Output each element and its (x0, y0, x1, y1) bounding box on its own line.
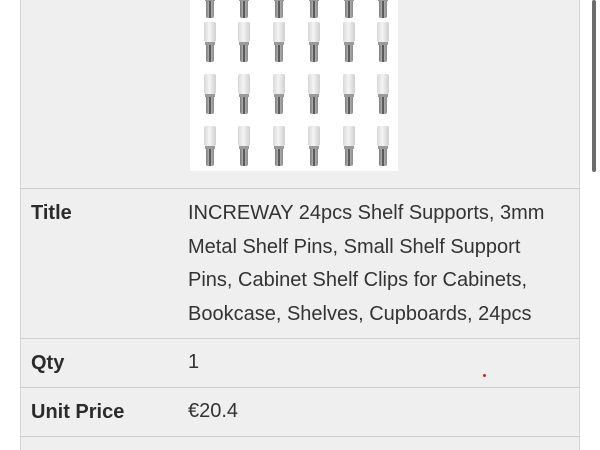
pin-head (377, 74, 389, 94)
title-line: Pins, Cabinet Shelf Clips for Cabinets, (188, 269, 528, 291)
pin-head (343, 22, 355, 42)
pin-shaft (379, 1, 387, 18)
product-image-row (21, 0, 579, 188)
pin-shaft (310, 45, 318, 62)
shelf-pin-icon (377, 126, 389, 166)
title-line: Metal Shelf Pins, Small Shelf Support (188, 235, 521, 258)
pin-shaft (240, 97, 248, 114)
shelf-pin-icon (377, 22, 389, 62)
shelf-pin-icon (343, 0, 355, 18)
product-image[interactable] (190, 0, 398, 171)
shelf-pin-icon (273, 74, 285, 114)
title-row: Title INCREWAY 24pcs Shelf Supports, 3mm… (21, 188, 579, 338)
pin-head (204, 126, 216, 146)
pin-head (308, 74, 320, 94)
pin-head (273, 74, 285, 94)
pin-head (343, 126, 355, 146)
pin-shaft (275, 97, 283, 114)
pin-shaft (379, 149, 387, 166)
pin-shaft (345, 45, 353, 62)
pin-head (343, 74, 355, 94)
qty-label: Qty (31, 352, 65, 374)
pin-shaft (345, 149, 353, 166)
shelf-pin-icon (238, 126, 250, 166)
shelf-pin-icon (204, 74, 216, 114)
pin-head (238, 74, 250, 94)
pin-shaft (240, 45, 248, 62)
pin-shaft (345, 1, 353, 18)
pin-shaft (240, 149, 248, 166)
qty-row: Qty 1 (21, 338, 579, 387)
pin-head (273, 126, 285, 146)
pin-shaft (379, 97, 387, 114)
pin-shaft (345, 97, 353, 114)
shelf-pin-icon (273, 0, 285, 18)
shelf-pin-icon (204, 22, 216, 62)
pin-shaft (310, 97, 318, 114)
qty-value: 1 (188, 351, 200, 373)
pin-shaft (310, 149, 318, 166)
pin-shaft (275, 149, 283, 166)
pin-shaft (206, 45, 214, 62)
shelf-pin-icon (308, 22, 320, 62)
pin-shaft (206, 97, 214, 114)
shelf-pin-icon (238, 74, 250, 114)
pin-shaft (275, 1, 283, 18)
shelf-pin-icon (238, 22, 250, 62)
title-line: INCREWAY 24pcs Shelf Supports, 3mm (188, 202, 545, 224)
shelf-pin-icon (377, 0, 389, 18)
pin-head (238, 126, 250, 146)
shelf-pin-icon (204, 126, 216, 166)
shelf-pin-icon (308, 0, 320, 18)
shelf-pin-icon (377, 74, 389, 114)
pin-head (204, 74, 216, 94)
pin-head (238, 22, 250, 42)
title-label: Title (31, 202, 72, 224)
pin-shaft (310, 1, 318, 18)
unit-price-value: €20.4 (188, 400, 239, 422)
pin-shaft (206, 149, 214, 166)
pin-shaft (379, 45, 387, 62)
pin-head (204, 22, 216, 42)
shelf-pin-icon (343, 22, 355, 62)
shelf-pin-icon (343, 126, 355, 166)
order-details-page: Title INCREWAY 24pcs Shelf Supports, 3mm… (0, 0, 600, 450)
pin-head (308, 126, 320, 146)
shelf-pin-icon (238, 0, 250, 18)
order-details-table: Title INCREWAY 24pcs Shelf Supports, 3mm… (20, 0, 580, 450)
vertical-scrollbar[interactable] (592, 0, 596, 172)
pin-shaft (275, 45, 283, 62)
pin-head (377, 126, 389, 146)
pin-shaft (240, 1, 248, 18)
shelf-pin-icon (204, 0, 216, 18)
pin-shaft (206, 1, 214, 18)
title-value: INCREWAY 24pcs Shelf Supports, 3mm Metal… (188, 197, 573, 331)
shelf-pin-icon (308, 74, 320, 114)
unit-price-label: Unit Price (31, 401, 125, 423)
pin-head (377, 22, 389, 42)
shelf-pin-icon (308, 126, 320, 166)
pin-head (308, 22, 320, 42)
title-line: Bookcase, Shelves, Cupboards, 24pcs (188, 302, 532, 325)
shelf-pin-icon (343, 74, 355, 114)
shelf-pin-icon (273, 126, 285, 166)
pin-head (273, 22, 285, 42)
shelf-pin-icon (273, 22, 285, 62)
next-row (21, 436, 579, 450)
unit-price-row: Unit Price €20.4 (21, 387, 579, 436)
red-dot-marker (483, 374, 486, 377)
